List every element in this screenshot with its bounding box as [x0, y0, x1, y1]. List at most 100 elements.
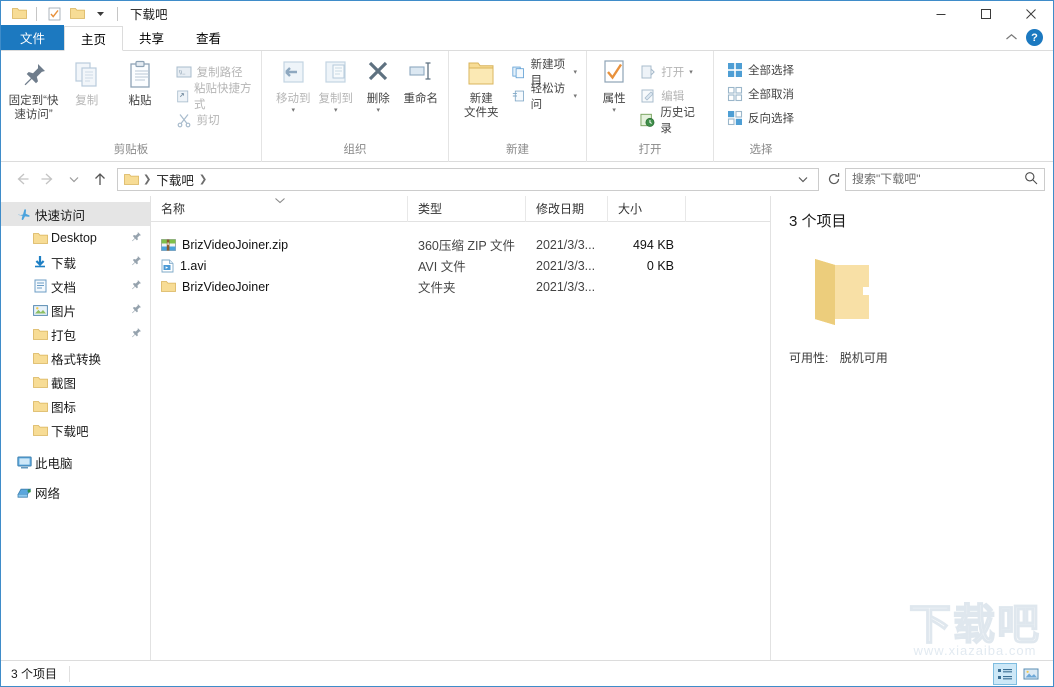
- select-none-label: 全部取消: [748, 86, 794, 102]
- select-none-button[interactable]: 全部取消: [724, 83, 797, 104]
- sidebar-item-network[interactable]: 网络: [1, 480, 150, 504]
- copy-button[interactable]: 复制: [60, 55, 113, 108]
- copy-to-icon: [320, 59, 352, 89]
- move-to-caret-icon[interactable]: ▾: [291, 106, 295, 114]
- breadcrumb-separator-1[interactable]: ❯: [141, 174, 153, 185]
- open-caret-icon[interactable]: ▾: [689, 68, 693, 76]
- address-history-icon[interactable]: [792, 168, 814, 191]
- recent-locations-button[interactable]: [61, 166, 87, 192]
- easy-access-caret-icon[interactable]: ▾: [573, 92, 577, 100]
- collapse-ribbon-icon[interactable]: [1005, 31, 1018, 45]
- paste-shortcut-label: 粘贴快捷方式: [194, 80, 252, 112]
- tab-share[interactable]: 共享: [123, 25, 180, 50]
- pin-icon[interactable]: [131, 327, 142, 341]
- sidebar-item-format-convert[interactable]: 格式转换: [1, 346, 150, 370]
- table-row[interactable]: BrizVideoJoiner 文件夹 2021/3/3...: [151, 276, 770, 297]
- breadcrumb-item-0[interactable]: 下载吧: [153, 170, 197, 189]
- column-header-date[interactable]: 修改日期: [526, 196, 608, 222]
- quick-access-star-icon: [13, 207, 35, 221]
- new-folder-button[interactable]: 新建 文件夹: [457, 55, 505, 120]
- sidebar-item-downloads[interactable]: 下载: [1, 250, 150, 274]
- view-mode-buttons: [993, 663, 1043, 685]
- file-explorer-window: 下载吧 文件 主页 共享 查看 ?: [0, 0, 1054, 687]
- open-button[interactable]: 打开 ▾: [637, 61, 707, 82]
- tab-home[interactable]: 主页: [64, 26, 123, 51]
- large-icons-view-button[interactable]: [1019, 663, 1043, 685]
- close-button[interactable]: [1008, 1, 1053, 26]
- move-to-icon: [277, 59, 309, 89]
- up-button[interactable]: [87, 166, 113, 192]
- move-to-label: 移动到: [276, 92, 311, 106]
- ribbon-group-label-open: 打开: [587, 142, 713, 162]
- copy-label: 复制: [75, 94, 98, 108]
- easy-access-button[interactable]: 轻松访问 ▾: [509, 85, 580, 106]
- pin-to-quick-access-button[interactable]: 固定到“快 速访问”: [7, 55, 60, 122]
- minimize-button[interactable]: [918, 1, 963, 26]
- column-header-name[interactable]: 名称: [151, 196, 408, 222]
- rename-button[interactable]: 重命名: [400, 55, 443, 106]
- select-all-label: 全部选择: [748, 62, 794, 78]
- pin-icon[interactable]: [131, 231, 142, 245]
- breadcrumb[interactable]: ❯ 下载吧 ❯: [117, 168, 819, 191]
- copy-to-caret-icon[interactable]: ▾: [334, 106, 338, 114]
- sidebar-item-documents[interactable]: 文档: [1, 274, 150, 298]
- paste-shortcut-button[interactable]: 粘贴快捷方式: [173, 85, 255, 106]
- cut-button[interactable]: 剪切: [173, 109, 255, 130]
- table-row[interactable]: BrizVideoJoiner.zip 360压缩 ZIP 文件 2021/3/…: [151, 234, 770, 255]
- select-all-icon: [727, 62, 743, 78]
- sidebar-item-screenshot[interactable]: 截图: [1, 370, 150, 394]
- copy-to-button[interactable]: 复制到 ▾: [315, 55, 358, 114]
- forward-button[interactable]: [35, 166, 61, 192]
- refresh-button[interactable]: [823, 168, 845, 191]
- folder-icon: [29, 376, 51, 389]
- documents-icon: [29, 279, 51, 293]
- pin-icon[interactable]: [131, 303, 142, 317]
- qat-new-folder-icon[interactable]: [67, 4, 87, 24]
- sidebar-item-this-pc[interactable]: 此电脑: [1, 450, 150, 474]
- properties-caret-icon[interactable]: ▾: [612, 106, 616, 114]
- ribbon-group-label-clipboard: 剪贴板: [1, 142, 261, 162]
- rename-icon: [405, 59, 437, 89]
- availability-label: 可用性:: [789, 351, 828, 365]
- qat-folder-icon[interactable]: [9, 4, 29, 24]
- delete-caret-icon[interactable]: ▾: [376, 106, 380, 114]
- properties-button[interactable]: 属性 ▾: [595, 55, 633, 114]
- search-icon[interactable]: [1024, 171, 1038, 188]
- back-button[interactable]: [9, 166, 35, 192]
- column-header-type[interactable]: 类型: [408, 196, 526, 222]
- pin-icon[interactable]: [131, 279, 142, 293]
- pin-icon[interactable]: [131, 255, 142, 269]
- move-to-button[interactable]: 移动到 ▾: [272, 55, 315, 114]
- sidebar-item-quick-access[interactable]: 快速访问: [1, 202, 150, 226]
- history-label: 历史记录: [660, 104, 704, 136]
- table-row[interactable]: 1.avi AVI 文件 2021/3/3... 0 KB: [151, 255, 770, 276]
- sidebar-item-icons[interactable]: 图标: [1, 394, 150, 418]
- breadcrumb-separator-2[interactable]: ❯: [197, 174, 209, 185]
- tab-file[interactable]: 文件: [1, 25, 64, 50]
- sidebar-item-desktop[interactable]: Desktop: [1, 226, 150, 250]
- details-title: 3 个项目: [789, 210, 1035, 231]
- qat-chevron-down-icon[interactable]: [90, 4, 110, 24]
- new-item-caret-icon[interactable]: ▾: [573, 68, 577, 76]
- details-view-button[interactable]: [993, 663, 1017, 685]
- qat-properties-icon[interactable]: [44, 4, 64, 24]
- ribbon-group-select: 全部选择 全部取消 反向选择 选择: [713, 51, 808, 162]
- select-all-button[interactable]: 全部选择: [724, 59, 797, 80]
- status-item-count: 3 个项目: [11, 665, 57, 682]
- open-icon: [640, 64, 656, 80]
- sidebar-item-dabao[interactable]: 打包: [1, 322, 150, 346]
- tab-view[interactable]: 查看: [180, 25, 237, 50]
- history-button[interactable]: 历史记录: [637, 109, 707, 130]
- ribbon-group-label-select: 选择: [714, 142, 808, 162]
- column-header-size[interactable]: 大小: [608, 196, 686, 222]
- sidebar-item-label: 快速访问: [35, 205, 85, 224]
- sidebar-item-pictures[interactable]: 图片: [1, 298, 150, 322]
- delete-button[interactable]: 删除 ▾: [357, 55, 400, 114]
- maximize-button[interactable]: [963, 1, 1008, 26]
- paste-button[interactable]: 粘贴: [113, 55, 166, 108]
- search-box[interactable]: [845, 168, 1045, 191]
- invert-selection-button[interactable]: 反向选择: [724, 107, 797, 128]
- help-button[interactable]: ?: [1026, 29, 1043, 46]
- search-input[interactable]: [852, 172, 1024, 186]
- sidebar-item-xiazaiba[interactable]: 下载吧: [1, 418, 150, 442]
